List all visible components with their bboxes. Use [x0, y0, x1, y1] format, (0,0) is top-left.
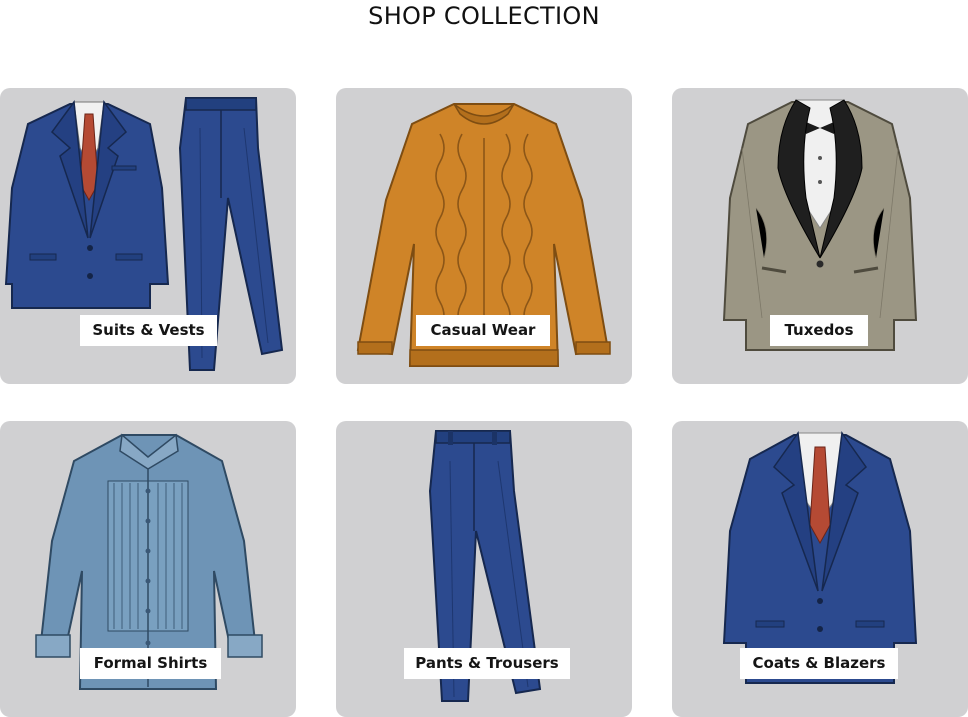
category-card-coats-blazers[interactable]: Coats & Blazers [672, 421, 968, 717]
category-card-suits-vests[interactable]: Suits & Vests [0, 88, 296, 384]
category-label: Tuxedos [770, 315, 868, 346]
category-card-pants-trousers[interactable]: Pants & Trousers [336, 421, 632, 717]
page-title: SHOP COLLECTION [368, 2, 600, 30]
category-label: Pants & Trousers [404, 648, 570, 679]
category-label: Formal Shirts [80, 648, 221, 679]
category-label: Casual Wear [416, 315, 550, 346]
category-card-tuxedos[interactable]: Tuxedos [672, 88, 968, 384]
category-label: Suits & Vests [80, 315, 217, 346]
category-label: Coats & Blazers [740, 648, 898, 679]
category-card-casual-wear[interactable]: Casual Wear [336, 88, 632, 384]
category-card-formal-shirts[interactable]: Formal Shirts [0, 421, 296, 717]
